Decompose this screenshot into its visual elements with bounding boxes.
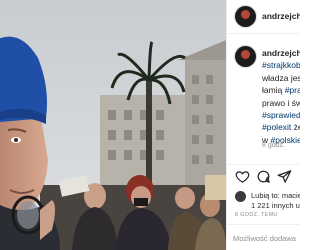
caption-line: prawo i św [262, 97, 300, 108]
author-username[interactable]: andrzejchy [262, 11, 300, 21]
caption-text-fragment: łamią [262, 85, 285, 96]
post-caption: andrzejchy #strajkkob władza jes łamią #… [227, 40, 300, 160]
caption-line: #polexit że [262, 121, 300, 133]
caption-line-hashtag[interactable]: #strajkkob [262, 59, 300, 71]
crowd [40, 175, 226, 250]
post-date: 8 GODZ. TEMU [235, 212, 278, 218]
comment-bar [227, 224, 300, 250]
caption-text-fragment: że [293, 122, 300, 133]
likes-count[interactable]: 1 221 innych uż [251, 201, 300, 210]
action-bar [227, 164, 300, 186]
likes-section: Lubią to: macie 1 221 innych uż [227, 188, 300, 212]
caption-hashtag[interactable]: #polexit [262, 122, 291, 132]
caption-avatar[interactable] [235, 46, 256, 67]
post-side-panel: andrzejchy andrzejchy #strajkkob władza … [226, 0, 300, 250]
caption-time[interactable]: 8 godz. [262, 142, 285, 149]
likes-text[interactable]: Lubią to: macie [251, 191, 300, 200]
paper-plane-icon[interactable] [277, 169, 292, 184]
liker-avatar[interactable] [235, 191, 246, 202]
caption-line: łamią #pra [262, 84, 300, 96]
caption-line-hashtag[interactable]: #sprawied [262, 109, 300, 121]
caption-text: andrzejchy #strajkkob władza jes łamią #… [262, 47, 300, 146]
heart-icon[interactable] [235, 169, 250, 184]
caption-hashtag[interactable]: #pra [285, 85, 300, 95]
post-photo[interactable] [0, 0, 226, 250]
caption-username[interactable]: andrzejchy [262, 47, 300, 59]
author-avatar[interactable] [235, 6, 256, 27]
post-header: andrzejchy [227, 0, 300, 34]
comment-icon[interactable] [256, 169, 271, 184]
caption-line: władza jes [262, 72, 300, 83]
comment-input[interactable] [233, 228, 300, 248]
